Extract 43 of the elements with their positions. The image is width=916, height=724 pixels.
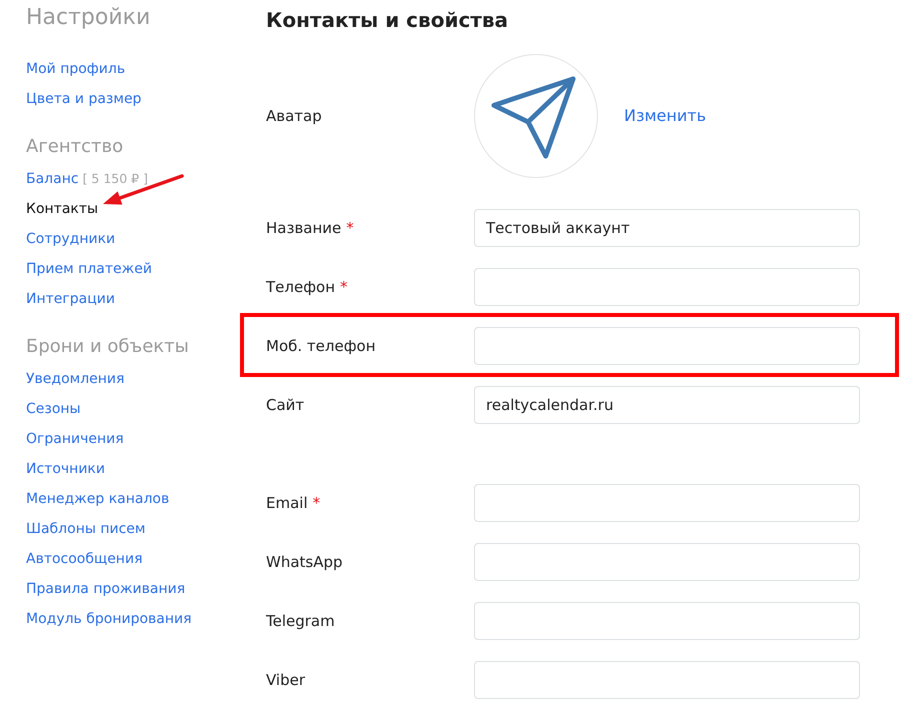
sidebar-link[interactable]: Автосообщения (26, 550, 142, 568)
sidebar-title: Настройки (26, 5, 150, 31)
input-field[interactable] (474, 661, 860, 699)
input-field[interactable] (474, 327, 860, 365)
page-title: Контакты и свойства (266, 7, 508, 34)
paper-plane-icon (490, 75, 576, 160)
sidebar-link[interactable]: Цвета и размер (26, 90, 142, 108)
sidebar-link[interactable]: Правила проживания (26, 580, 186, 598)
change-avatar-link[interactable]: Изменить (624, 106, 706, 126)
field-label: Telegram (266, 611, 335, 631)
required-mark: * (346, 218, 354, 238)
balance-amount: [ 5 150 ₽ ] (82, 171, 148, 187)
required-mark: * (312, 493, 320, 513)
input-field[interactable]: realtycalendar.ru (474, 386, 860, 424)
field-label: Email (266, 493, 308, 513)
input-field[interactable] (474, 543, 860, 581)
input-field[interactable]: Тестовый аккаунт (474, 209, 860, 247)
sidebar-link[interactable]: Модуль бронирования (26, 610, 192, 628)
field-label: Телефон (266, 277, 336, 297)
sidebar-link[interactable]: Мой профиль (26, 60, 126, 78)
field-label: WhatsApp (266, 552, 343, 572)
sidebar-link[interactable]: Уведомления (26, 370, 124, 388)
section-heading: Брони и объекты (26, 335, 189, 359)
sidebar-link[interactable]: Ограничения (26, 430, 124, 448)
section-heading: Агентство (26, 135, 124, 159)
field-label: Viber (266, 670, 306, 690)
sidebar-link[interactable]: Прием платежей (26, 260, 152, 278)
field-label: Аватар (266, 106, 322, 126)
sidebar-link[interactable]: Интеграции (26, 290, 115, 308)
sidebar-link[interactable]: Баланс (26, 170, 79, 188)
input-field[interactable] (474, 484, 860, 522)
sidebar-link[interactable]: Контакты (26, 200, 98, 218)
sidebar-link[interactable]: Сезоны (26, 400, 81, 418)
sidebar-link[interactable]: Источники (26, 460, 105, 478)
field-label: Название (266, 218, 342, 238)
sidebar-link[interactable]: Менеджер каналов (26, 490, 170, 508)
sidebar-link[interactable]: Сотрудники (26, 230, 116, 248)
sidebar-link[interactable]: Шаблоны писем (26, 520, 146, 538)
input-field[interactable] (474, 268, 860, 306)
field-label: Моб. телефон (266, 336, 376, 356)
input-field[interactable] (474, 602, 860, 640)
required-mark: * (340, 277, 348, 297)
field-label: Сайт (266, 395, 304, 415)
